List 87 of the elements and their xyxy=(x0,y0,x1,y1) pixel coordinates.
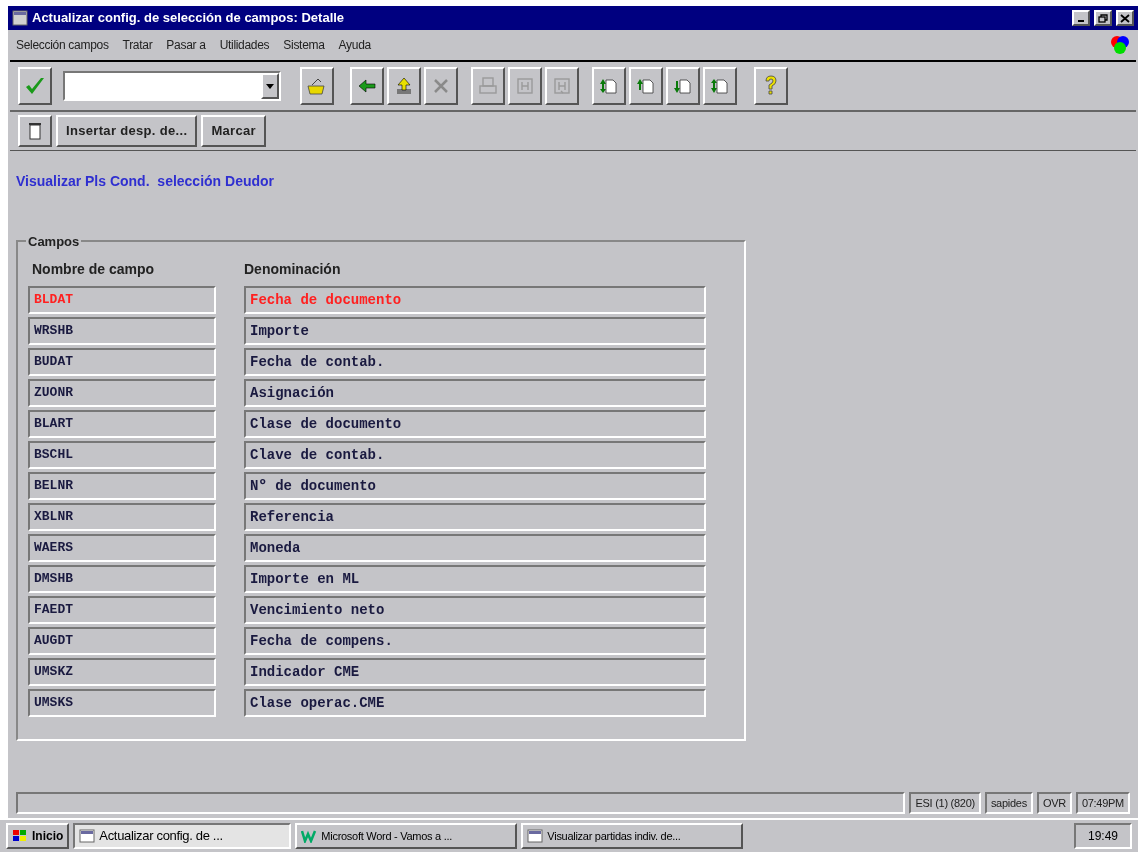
description-cell: Fecha de documento xyxy=(244,286,706,314)
find-next-icon xyxy=(552,76,572,96)
status-field: 07:49PM xyxy=(1075,792,1130,814)
description-cell: Indicador CME xyxy=(244,658,706,686)
last-page-icon xyxy=(710,76,730,96)
minimize-icon xyxy=(1078,20,1084,22)
prev-page-button[interactable] xyxy=(629,67,663,105)
back-icon xyxy=(357,76,377,96)
dropdown-button[interactable] xyxy=(261,73,279,99)
document-w-icon xyxy=(301,829,318,843)
first-page-button[interactable] xyxy=(592,67,626,105)
last-page-button[interactable] xyxy=(703,67,737,105)
description-cell: Importe xyxy=(244,317,706,345)
first-page-icon xyxy=(599,76,619,96)
field-name-cell: UMSKZ xyxy=(28,658,216,686)
caret-icon xyxy=(266,83,274,89)
toolbar-button[interactable]: Marcar xyxy=(201,115,266,147)
description-cell: Fecha de compens. xyxy=(244,627,706,655)
next-page-button[interactable] xyxy=(666,67,700,105)
description-cell: Referencia xyxy=(244,503,706,531)
menu-item[interactable]: Utilidades xyxy=(219,36,270,54)
window-icon xyxy=(12,10,28,26)
field-name-cell: BLDAT xyxy=(28,286,216,314)
description-cell: Nº de documento xyxy=(244,472,706,500)
windows-logo-icon xyxy=(12,829,28,843)
toolbar-button[interactable]: Insertar desp. de... xyxy=(56,115,198,147)
command-field[interactable] xyxy=(63,71,281,101)
back-button[interactable] xyxy=(350,67,384,105)
checkmark-icon xyxy=(24,76,46,96)
field-name-cell: BELNR xyxy=(28,472,216,500)
field-name-cell: WRSHB xyxy=(28,317,216,345)
menu-item[interactable]: Sistema xyxy=(283,36,325,54)
window-title: Actualizar config. de selección de campos: Detalle xyxy=(32,9,346,28)
taskbar-task[interactable]: Visualizar partidas indiv. de... xyxy=(521,823,744,849)
taskbar-task[interactable]: Microsoft Word - Vamos a ... xyxy=(295,823,518,849)
exit-icon xyxy=(394,76,414,96)
field-name-cell: UMSKS xyxy=(28,689,216,717)
next-page-icon xyxy=(673,76,693,96)
description-cell: Clase de documento xyxy=(244,410,706,438)
exit-button[interactable] xyxy=(387,67,421,105)
delete-button[interactable] xyxy=(18,115,52,147)
field-name-cell: BLART xyxy=(28,410,216,438)
column-header: Nombre de campo xyxy=(31,259,156,279)
color-wheel-icon xyxy=(1110,35,1130,55)
find-icon xyxy=(515,76,535,96)
status-field: sapides xyxy=(984,792,1033,814)
field-name-cell: DMSHB xyxy=(28,565,216,593)
menu-item[interactable]: Tratar xyxy=(122,36,153,54)
question-mark-icon xyxy=(763,75,779,97)
trash-can-icon xyxy=(28,122,42,140)
description-cell: Fecha de contab. xyxy=(244,348,706,376)
field-name-cell: FAEDT xyxy=(28,596,216,624)
field-name-cell: WAERS xyxy=(28,534,216,562)
start-label: Inicio xyxy=(32,828,64,845)
column-header: Denominación xyxy=(244,259,341,279)
window-icon xyxy=(527,829,544,843)
description-cell: Importe en ML xyxy=(244,565,706,593)
menu-item[interactable]: Selección campos xyxy=(16,36,109,54)
description-cell: Vencimiento neto xyxy=(244,596,706,624)
close-icon xyxy=(1120,13,1130,23)
heading: Visualizar Pls Cond. selección Deudor xyxy=(16,172,276,191)
description-cell: Clave de contab. xyxy=(244,441,706,469)
restore-button[interactable] xyxy=(1094,10,1112,26)
menu-item[interactable]: Ayuda xyxy=(338,36,371,54)
description-cell: Moneda xyxy=(244,534,706,562)
description-cell: Asignación xyxy=(244,379,706,407)
field-name-cell: BUDAT xyxy=(28,348,216,376)
save-button[interactable] xyxy=(300,67,334,105)
enter-button[interactable] xyxy=(18,67,52,105)
help-button[interactable] xyxy=(754,67,788,105)
window-icon xyxy=(79,829,96,843)
restore-icon xyxy=(1098,13,1108,23)
status-field: OVR xyxy=(1036,792,1072,814)
start-button[interactable]: Inicio xyxy=(6,823,70,849)
menu-item[interactable]: Pasar a xyxy=(166,36,206,54)
field-name-cell: AUGDT xyxy=(28,627,216,655)
description-cell: Clase operac.CME xyxy=(244,689,706,717)
minimize-button[interactable] xyxy=(1072,10,1090,26)
field-name-cell: BSCHL xyxy=(28,441,216,469)
status-field: ESI (1) (820) xyxy=(909,792,981,814)
field-name-cell: ZUONR xyxy=(28,379,216,407)
print-icon xyxy=(478,76,498,96)
field-name-cell: XBLNR xyxy=(28,503,216,531)
clock: 19:49 xyxy=(1073,823,1132,849)
prev-page-icon xyxy=(636,76,656,96)
taskbar-task[interactable]: Actualizar config. de ... xyxy=(73,823,292,849)
close-button[interactable] xyxy=(1116,10,1134,26)
